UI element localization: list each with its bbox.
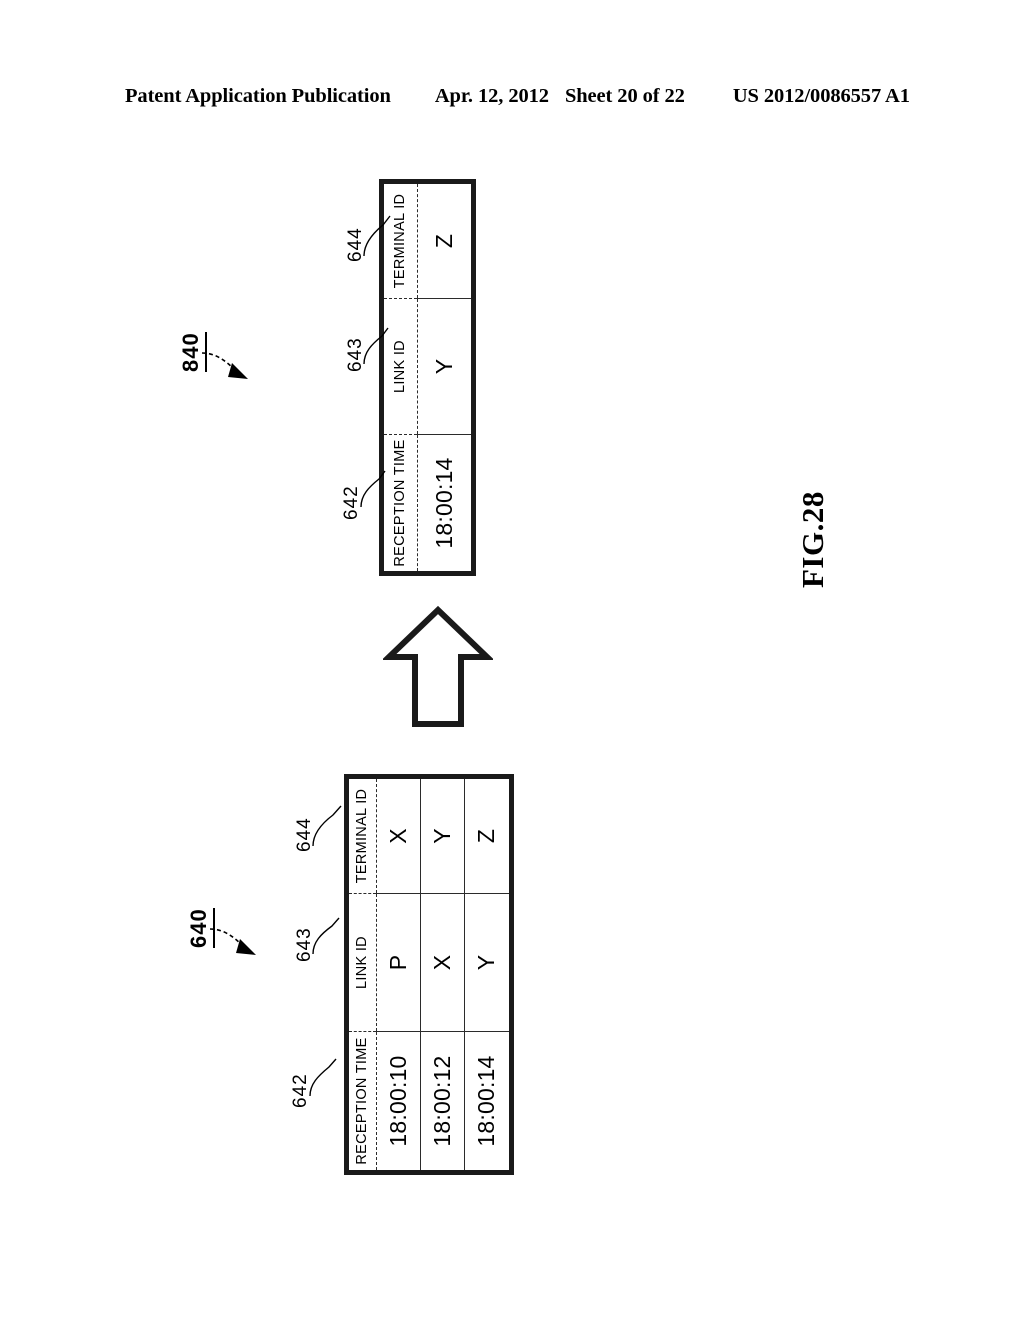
leader-line-640 — [209, 928, 256, 955]
leader-line-644-lower — [312, 805, 342, 847]
cell-link-id: X — [420, 893, 465, 1032]
publication-title: Patent Application Publication — [125, 85, 391, 107]
leader-line-644-upper — [363, 215, 391, 257]
leader-line-643-lower — [312, 917, 340, 955]
cell-reception-time: 18:00:14 — [417, 434, 474, 574]
table-row: 18:00:12 X Y — [420, 776, 465, 1173]
table-row: 18:00:10 P X — [376, 776, 421, 1173]
leader-line-840 — [201, 352, 248, 379]
cell-terminal-id: Z — [464, 776, 512, 894]
cell-reception-time: 18:00:14 — [464, 1031, 512, 1173]
cell-link-id: P — [376, 893, 421, 1032]
cell-reception-time: 18:00:10 — [376, 1031, 421, 1173]
cell-link-id: Y — [417, 298, 474, 435]
cell-terminal-id: Y — [420, 776, 465, 894]
leader-line-642-lower — [309, 1058, 337, 1097]
sheet-number: Sheet 20 of 22 — [564, 85, 685, 107]
header-link-id: LINK ID — [346, 893, 377, 1032]
upward-block-arrow — [383, 605, 493, 727]
leader-line-642-upper — [360, 470, 386, 508]
patent-number: US 2012/0086557 A1 — [732, 85, 910, 107]
table-row: 18:00:14 Y Z — [464, 776, 512, 1173]
figure-label: FIG.28 — [795, 491, 830, 588]
header-reception-time: RECEPTION TIME — [346, 1031, 377, 1173]
cell-link-id: Y — [464, 893, 512, 1032]
leader-line-643-upper — [363, 327, 389, 365]
cell-terminal-id: X — [376, 776, 421, 894]
publication-date: Apr. 12, 2012 — [434, 85, 549, 107]
cell-reception-time: 18:00:12 — [420, 1031, 465, 1173]
table-before-filtering: RECEPTION TIME LINK ID TERMINAL ID 18:00… — [344, 774, 514, 1175]
cell-terminal-id: Z — [417, 181, 474, 299]
table-row: 18:00:14 Y Z — [417, 181, 474, 574]
patent-header: Patent Application Publication Apr. 12, … — [125, 85, 910, 108]
